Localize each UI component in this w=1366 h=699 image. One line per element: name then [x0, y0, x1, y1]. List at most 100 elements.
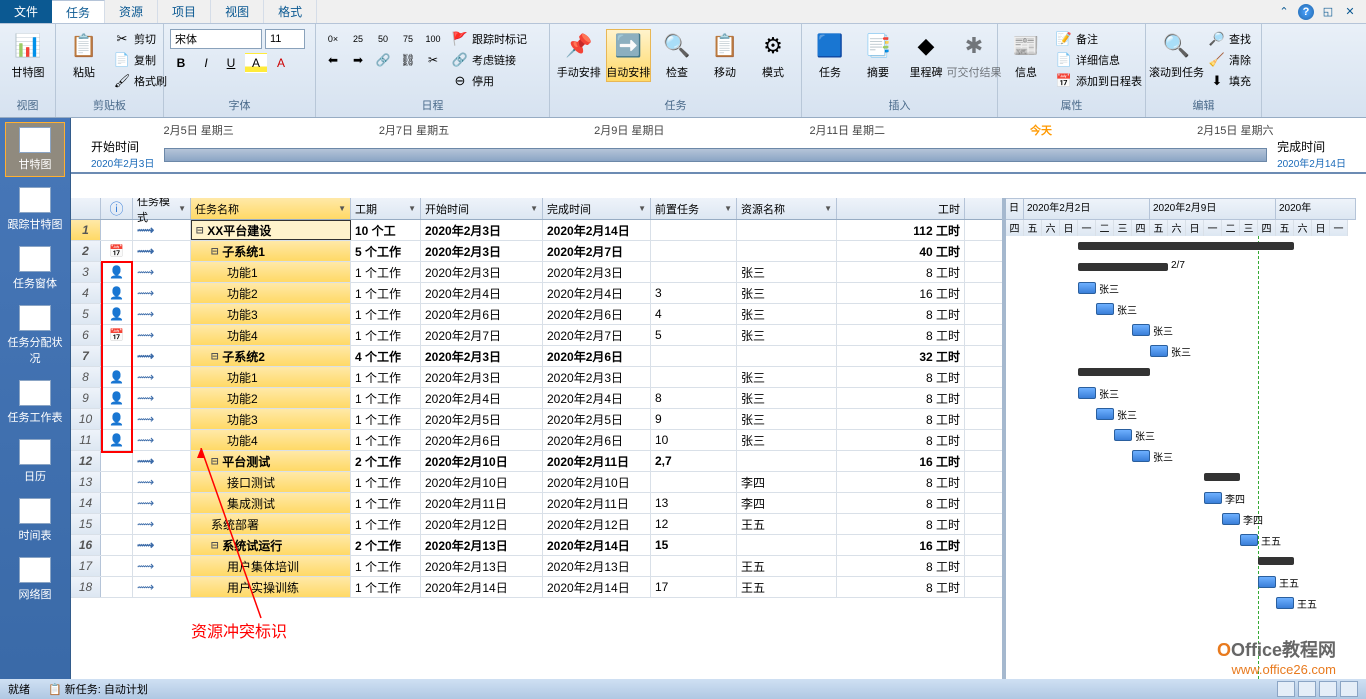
col-resource[interactable]: 资源名称▼ — [737, 198, 837, 219]
pct75-button[interactable]: 75 — [397, 29, 419, 49]
cut-button[interactable]: ✂剪切 — [110, 29, 171, 49]
italic-button[interactable]: I — [195, 53, 217, 73]
deactivate-button[interactable]: ⊖停用 — [448, 71, 531, 91]
unlink-button[interactable]: ⛓ — [397, 50, 419, 70]
insert-task-button[interactable]: 🟦任务 — [808, 29, 852, 82]
insert-deliverable-button[interactable]: ✱可交付结果 — [952, 29, 996, 82]
tab-view[interactable]: 视图 — [211, 0, 264, 23]
track-mark-button[interactable]: 🚩跟踪时标记 — [448, 29, 531, 49]
info-button[interactable]: 📰信息 — [1004, 29, 1048, 82]
paste-icon: 📋 — [68, 31, 100, 61]
table-row[interactable]: 15⟿系统部署1 个工作2020年2月12日2020年2月12日12王五8 工时 — [71, 514, 1002, 535]
chain-icon: 🔗 — [452, 52, 468, 68]
col-start[interactable]: 开始时间▼ — [421, 198, 543, 219]
font-color-button[interactable]: A — [270, 53, 292, 73]
details-button[interactable]: 📄详细信息 — [1052, 50, 1146, 70]
col-duration[interactable]: 工期▼ — [351, 198, 421, 219]
table-row[interactable]: 8👤⟿功能11 个工作2020年2月3日2020年2月3日张三8 工时 — [71, 367, 1002, 388]
table-row[interactable]: 3👤⟿功能11 个工作2020年2月3日2020年2月3日张三8 工时 — [71, 262, 1002, 283]
auto-schedule-button[interactable]: ➡️自动安排 — [606, 29, 652, 82]
col-pred[interactable]: 前置任务▼ — [651, 198, 737, 219]
view-task-usage[interactable]: 任务分配状况 — [5, 301, 65, 370]
notes-button[interactable]: 📝备注 — [1052, 29, 1146, 49]
view-task-sheet[interactable]: 任务工作表 — [5, 376, 65, 429]
view-btn-3[interactable] — [1319, 681, 1337, 697]
pct25-button[interactable]: 25 — [347, 29, 369, 49]
insert-milestone-button[interactable]: ◆里程碑 — [904, 29, 948, 82]
view-btn-4[interactable] — [1340, 681, 1358, 697]
fill-color-button[interactable]: A — [245, 53, 267, 73]
add-timeline-button[interactable]: 📅添加到日程表 — [1052, 71, 1146, 91]
flag-icon: 🚩 — [452, 31, 468, 47]
mode-button[interactable]: ⚙模式 — [751, 29, 795, 82]
pct100-button[interactable]: 100 — [422, 29, 444, 49]
tab-resource[interactable]: 资源 — [105, 0, 158, 23]
close-icon[interactable]: ✕ — [1342, 4, 1358, 20]
pct0-button[interactable]: 0× — [322, 29, 344, 49]
split-button[interactable]: ✂ — [422, 50, 444, 70]
copy-button[interactable]: 📄复制 — [110, 50, 171, 70]
table-row[interactable]: 9👤⟿功能21 个工作2020年2月4日2020年2月4日8张三8 工时 — [71, 388, 1002, 409]
table-row[interactable]: 2📅⟿⊟子系统15 个工作2020年2月3日2020年2月7日40 工时 — [71, 241, 1002, 262]
help-icon[interactable]: ? — [1298, 4, 1314, 20]
view-gantt[interactable]: 甘特图 — [5, 122, 65, 177]
manual-schedule-button[interactable]: 📌手动安排 — [556, 29, 602, 82]
view-btn-2[interactable] — [1298, 681, 1316, 697]
col-rownum[interactable] — [71, 198, 101, 219]
view-calendar[interactable]: 日历 — [5, 435, 65, 488]
font-name-combo[interactable]: 宋体 — [170, 29, 262, 49]
table-row[interactable]: 18⟿用户实操训练1 个工作2020年2月14日2020年2月14日17王五8 … — [71, 577, 1002, 598]
details-icon: 📄 — [1056, 52, 1072, 68]
find-button[interactable]: 🔎查找 — [1205, 29, 1255, 49]
restore-icon[interactable]: ◱ — [1320, 4, 1336, 20]
insert-summary-button[interactable]: 📑摘要 — [856, 29, 900, 82]
timeline-pane: 2月5日 星期三2月7日 星期五2月9日 星期日2月11日 星期二今天2月15日… — [0, 118, 1366, 174]
table-row[interactable]: 11👤⟿功能41 个工作2020年2月6日2020年2月6日10张三8 工时 — [71, 430, 1002, 451]
scroll-to-task-button[interactable]: 🔍滚动到任务 — [1152, 29, 1201, 82]
tab-project[interactable]: 项目 — [158, 0, 211, 23]
table-row[interactable]: 12⟿⊟平台测试2 个工作2020年2月10日2020年2月11日2,716 工… — [71, 451, 1002, 472]
table-row[interactable]: 4👤⟿功能21 个工作2020年2月4日2020年2月4日3张三16 工时 — [71, 283, 1002, 304]
gantt-view-button[interactable]: 📊甘特图 — [6, 29, 50, 82]
col-end[interactable]: 完成时间▼ — [543, 198, 651, 219]
bold-button[interactable]: B — [170, 53, 192, 73]
outdent-button[interactable]: ⬅ — [322, 50, 344, 70]
table-row[interactable]: 7⟿⊟子系统24 个工作2020年2月3日2020年2月6日32 工时 — [71, 346, 1002, 367]
table-row[interactable]: 6📅⟿功能41 个工作2020年2月7日2020年2月7日5张三8 工时 — [71, 325, 1002, 346]
col-work[interactable]: 工时 — [837, 198, 965, 219]
view-btn-1[interactable] — [1277, 681, 1295, 697]
indent-button[interactable]: ➡ — [347, 50, 369, 70]
tab-task[interactable]: 任务 — [52, 0, 105, 23]
table-row[interactable]: 5👤⟿功能31 个工作2020年2月6日2020年2月6日4张三8 工时 — [71, 304, 1002, 325]
respect-links-button[interactable]: 🔗考虑链接 — [448, 50, 531, 70]
tab-file[interactable]: 文件 — [0, 0, 52, 23]
table-row[interactable]: 17⟿用户集体培训1 个工作2020年2月13日2020年2月13日王五8 工时 — [71, 556, 1002, 577]
table-row[interactable]: 13⟿接口测试1 个工作2020年2月10日2020年2月10日李四8 工时 — [71, 472, 1002, 493]
timeline-bar[interactable] — [164, 148, 1267, 162]
col-info[interactable]: ⓘ — [101, 198, 133, 219]
minimize-ribbon-icon[interactable]: ⌃ — [1276, 4, 1292, 20]
inspect-button[interactable]: 🔍检查 — [655, 29, 699, 82]
move-button[interactable]: 📋移动 — [703, 29, 747, 82]
col-name[interactable]: 任务名称▼ — [191, 198, 351, 219]
view-network[interactable]: 网络图 — [5, 553, 65, 606]
view-task-form[interactable]: 任务窗体 — [5, 242, 65, 295]
paste-button[interactable]: 📋粘贴 — [62, 29, 106, 82]
format-painter-button[interactable]: 🖌格式刷 — [110, 71, 171, 91]
view-timeline[interactable]: 时间表 — [5, 494, 65, 547]
underline-button[interactable]: U — [220, 53, 242, 73]
fill-button[interactable]: ⬇填充 — [1205, 71, 1255, 91]
link-button[interactable]: 🔗 — [372, 50, 394, 70]
gantt-chart[interactable]: 日 2020年2月2日 2020年2月9日 2020年 四五六日一二三四五六日一… — [1006, 198, 1366, 679]
find-icon: 🔎 — [1209, 31, 1225, 47]
col-mode[interactable]: 任务模式▼ — [133, 198, 191, 219]
table-row[interactable]: 14⟿集成测试1 个工作2020年2月11日2020年2月11日13李四8 工时 — [71, 493, 1002, 514]
font-size-combo[interactable]: 11 — [265, 29, 305, 49]
clear-button[interactable]: 🧹清除 — [1205, 50, 1255, 70]
pct50-button[interactable]: 50 — [372, 29, 394, 49]
table-row[interactable]: 10👤⟿功能31 个工作2020年2月5日2020年2月5日9张三8 工时 — [71, 409, 1002, 430]
tab-format[interactable]: 格式 — [264, 0, 317, 23]
table-row[interactable]: 16⟿⊟系统试运行2 个工作2020年2月13日2020年2月14日1516 工… — [71, 535, 1002, 556]
table-row[interactable]: 1⟿⊟XX平台建设10 个工2020年2月3日2020年2月14日112 工时 — [71, 220, 1002, 241]
view-tracking-gantt[interactable]: 跟踪甘特图 — [5, 183, 65, 236]
